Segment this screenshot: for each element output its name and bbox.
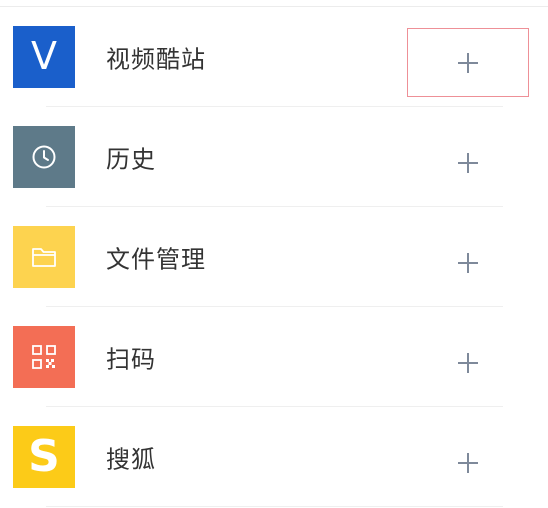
add-button[interactable] (407, 328, 529, 397)
sohu-logo-icon: S (13, 426, 75, 488)
add-button[interactable] (407, 228, 529, 297)
item-label: 文件管理 (106, 245, 206, 274)
add-button[interactable] (407, 428, 529, 497)
add-button[interactable] (407, 28, 529, 97)
plus-icon (458, 152, 478, 173)
list-item-file-manager[interactable]: 文件管理 (0, 207, 548, 307)
item-label: 搜狐 (106, 445, 156, 474)
list-item-scan[interactable]: 扫码 (0, 307, 548, 407)
plus-icon (458, 452, 478, 473)
item-label: 视频酷站 (106, 45, 206, 74)
v-logo-icon: V (13, 26, 75, 88)
item-label: 历史 (106, 145, 156, 174)
plus-icon (458, 252, 478, 273)
plus-icon (458, 52, 478, 73)
add-button[interactable] (407, 128, 529, 197)
clock-icon (13, 126, 75, 188)
list-item-sohu[interactable]: S 搜狐 (0, 407, 548, 507)
shortcut-list: V 视频酷站 历史 文件管理 扫码 S 搜狐 (0, 7, 548, 507)
folder-icon (13, 226, 75, 288)
plus-icon (458, 352, 478, 373)
item-label: 扫码 (106, 345, 156, 374)
list-item-history[interactable]: 历史 (0, 107, 548, 207)
divider (46, 506, 503, 507)
list-item-video-site[interactable]: V 视频酷站 (0, 7, 548, 107)
qr-code-icon (13, 326, 75, 388)
